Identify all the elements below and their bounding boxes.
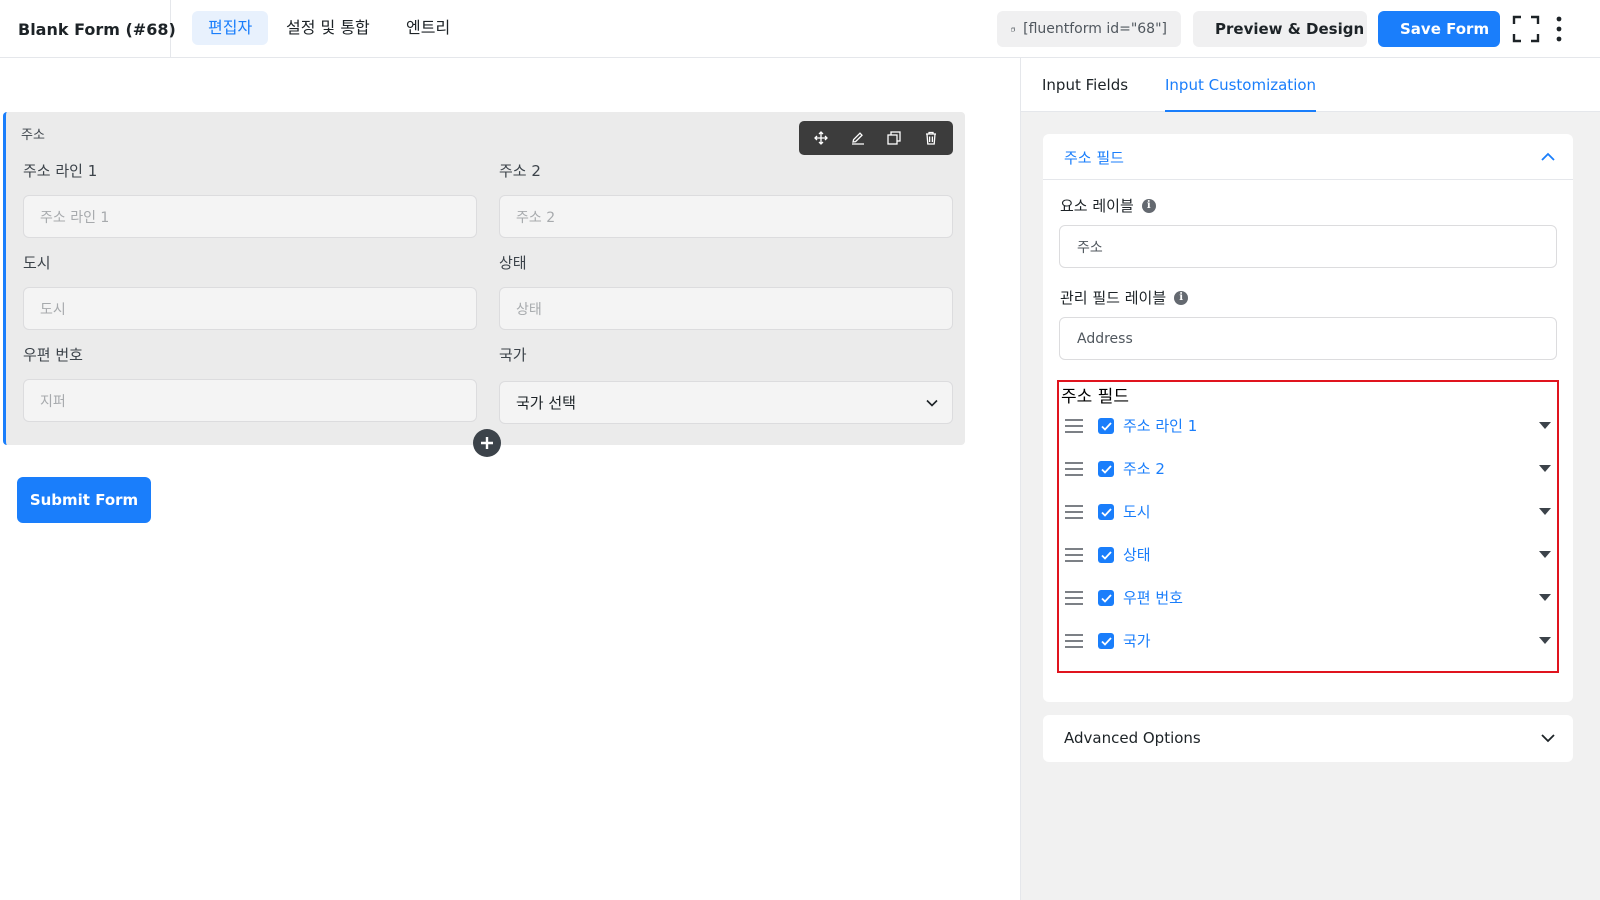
address-fields-title: 주소 필드: [1061, 387, 1129, 407]
country-select-value: 국가 선택: [516, 394, 576, 412]
zip-input[interactable]: 지퍼: [23, 379, 477, 422]
caret-down-icon[interactable]: [1539, 637, 1551, 644]
panel-title: 주소 필드: [1064, 149, 1124, 167]
address-line1-label: 주소 라인 1: [23, 162, 98, 180]
tab-input-customization[interactable]: Input Customization: [1165, 58, 1317, 112]
plus-icon: [481, 437, 493, 449]
element-label-caption-row: 요소 레이블 i: [1060, 195, 1156, 216]
settings-sidebar: Input Fields Input Customization 주소 필드 요…: [1020, 58, 1600, 900]
checkbox[interactable]: [1098, 547, 1114, 563]
address-field-panel: 주소 필드 요소 레이블 i 주소 관리 필드 레이블 i Address 주소…: [1043, 134, 1573, 702]
address-fields-list: 주소 필드 주소 라인 1 주소 2 도시 상태 우편 번호 국가: [1057, 380, 1559, 673]
tab-editor[interactable]: 편집자: [192, 11, 269, 45]
address-field-label[interactable]: 도시: [1123, 501, 1151, 522]
drag-handle-icon[interactable]: [1065, 418, 1083, 434]
copy-icon: [1011, 27, 1015, 31]
drag-handle-icon[interactable]: [1065, 633, 1083, 649]
panel-header[interactable]: 주소 필드: [1043, 134, 1573, 180]
address-field-title: 주소: [21, 128, 45, 143]
caret-down-icon[interactable]: [1539, 594, 1551, 601]
chevron-up-icon[interactable]: [1539, 148, 1557, 166]
address-field-label[interactable]: 국가: [1123, 630, 1151, 651]
shortcode-button[interactable]: [fluentform id="68"]: [997, 11, 1181, 47]
drag-handle-icon[interactable]: [1065, 461, 1083, 477]
preview-design-button[interactable]: Preview & Design: [1193, 11, 1367, 47]
tab-settings[interactable]: 설정 및 통합: [270, 11, 386, 45]
address-line1-input[interactable]: 주소 라인 1: [23, 195, 477, 238]
address-line2-label: 주소 2: [499, 162, 541, 180]
checkbox[interactable]: [1098, 461, 1114, 477]
zip-label: 우편 번호: [23, 346, 83, 364]
advanced-options-panel[interactable]: Advanced Options: [1043, 715, 1573, 762]
info-icon[interactable]: i: [1174, 290, 1189, 305]
address-field-label[interactable]: 주소 라인 1: [1123, 415, 1197, 436]
element-label-input[interactable]: 주소: [1059, 225, 1557, 268]
list-item[interactable]: 우편 번호: [1059, 583, 1557, 613]
checkbox[interactable]: [1098, 590, 1114, 606]
list-item[interactable]: 도시: [1059, 497, 1557, 527]
state-label: 상태: [499, 254, 527, 272]
caret-down-icon[interactable]: [1539, 508, 1551, 515]
caret-down-icon[interactable]: [1539, 422, 1551, 429]
chevron-down-icon[interactable]: [1539, 729, 1557, 747]
drag-handle-icon[interactable]: [1065, 547, 1083, 563]
list-item[interactable]: 주소 라인 1: [1059, 411, 1557, 441]
tab-input-fields[interactable]: Input Fields: [1042, 58, 1128, 112]
address-line2-input[interactable]: 주소 2: [499, 195, 953, 238]
admin-label-caption: 관리 필드 레이블: [1060, 289, 1167, 307]
add-field-button[interactable]: [473, 429, 501, 457]
form-title-area: Blank Form (#68): [0, 0, 176, 58]
top-bar: Blank Form (#68) 편집자 설정 및 통합 엔트리 [fluent…: [0, 0, 1600, 58]
caret-down-icon[interactable]: [1539, 465, 1551, 472]
admin-label-caption-row: 관리 필드 레이블 i: [1060, 287, 1189, 308]
country-label: 국가: [499, 346, 527, 364]
city-input[interactable]: 도시: [23, 287, 477, 330]
address-field-label[interactable]: 우편 번호: [1123, 587, 1183, 608]
info-icon[interactable]: i: [1141, 198, 1156, 213]
tab-entries[interactable]: 엔트리: [390, 11, 466, 45]
city-label: 도시: [23, 254, 51, 272]
list-item[interactable]: 상태: [1059, 540, 1557, 570]
edit-field-icon[interactable]: [844, 124, 872, 152]
address-field-label[interactable]: 상태: [1123, 544, 1151, 565]
drag-handle-icon[interactable]: [1065, 590, 1083, 606]
caret-down-icon[interactable]: [1539, 551, 1551, 558]
checkbox[interactable]: [1098, 633, 1114, 649]
list-item[interactable]: 국가: [1059, 626, 1557, 656]
checkbox[interactable]: [1098, 418, 1114, 434]
save-label: Save Form: [1400, 20, 1490, 38]
trash-icon[interactable]: [917, 124, 945, 152]
form-editor-canvas: 주소 주소 라인 1 주소 라인 1 주소 2 주소 2 도시 도시 상태 상태…: [0, 58, 1020, 900]
address-field-label[interactable]: 주소 2: [1123, 458, 1165, 479]
save-form-button[interactable]: Save Form: [1378, 11, 1500, 47]
move-icon[interactable]: [807, 124, 835, 152]
admin-label-input[interactable]: Address: [1059, 317, 1557, 360]
address-field-block[interactable]: 주소 주소 라인 1 주소 라인 1 주소 2 주소 2 도시 도시 상태 상태…: [3, 112, 965, 457]
checkbox[interactable]: [1098, 504, 1114, 520]
state-input[interactable]: 상태: [499, 287, 953, 330]
country-select[interactable]: 국가 선택: [499, 381, 953, 424]
form-title: Blank Form (#68): [18, 19, 176, 39]
fullscreen-icon[interactable]: [1512, 15, 1540, 43]
element-label-caption: 요소 레이블: [1060, 197, 1134, 215]
shortcode-text: [fluentform id="68"]: [1023, 21, 1167, 37]
sidebar-tabs: Input Fields Input Customization: [1021, 58, 1600, 112]
list-item[interactable]: 주소 2: [1059, 454, 1557, 484]
field-toolbar: [799, 121, 953, 155]
drag-handle-icon[interactable]: [1065, 504, 1083, 520]
chevron-down-icon: [926, 399, 938, 407]
preview-label: Preview & Design: [1215, 20, 1365, 38]
more-vertical-icon[interactable]: [1552, 14, 1566, 44]
submit-form-button[interactable]: Submit Form: [17, 477, 151, 523]
advanced-options-label: Advanced Options: [1064, 729, 1201, 747]
duplicate-icon[interactable]: [880, 124, 908, 152]
